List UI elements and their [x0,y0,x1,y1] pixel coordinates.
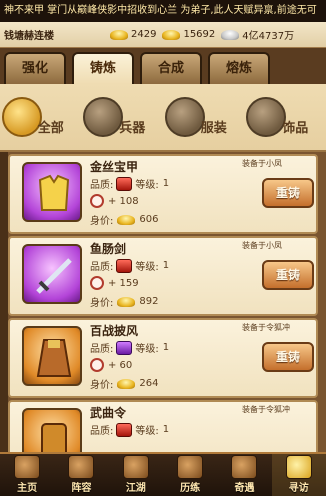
status-bar: 钱塘赫连楼 2429 15692 4亿4737万 [0,22,326,48]
token-icon [22,408,82,452]
nav-jianghu[interactable]: 江湖 [109,454,163,496]
ingot-counter: 15692 [162,29,215,40]
equipment-card[interactable]: 金丝宝甲 装备于小凤 品质: 等级: 1 + 108 身价: 606 重铸 [8,154,318,234]
quality-gem-icon [116,258,133,273]
recast-button[interactable]: 重铸 [262,260,314,290]
equipment-list[interactable]: 金丝宝甲 装备于小凤 品质: 等级: 1 + 108 身价: 606 重铸 鱼肠… [0,152,326,452]
equipment-card[interactable]: 武曲令 装备于令狐冲 品质: 等级: 1 [8,400,318,452]
jianghu-icon [122,455,149,479]
gold-ingot-icon [110,29,128,40]
gold-ingot-icon [117,214,136,225]
tab-combine[interactable]: 合成 [140,52,202,84]
weapon-icon [83,97,124,137]
cloak-icon [22,326,82,386]
lineup-icon [68,455,95,479]
item-name: 武曲令 [90,406,127,420]
ingot-icon [162,29,181,40]
sword-icon [22,244,82,304]
tab-enhance[interactable]: 强化 [4,52,66,84]
gold-ingot-icon [117,378,136,389]
all-bag-icon [1,97,42,137]
nav-adventure[interactable]: 奇遇 [217,454,271,496]
gold-counter: 2429 [110,29,156,40]
armor-icon [164,97,205,137]
equipped-to-label: 装备于令狐冲 [242,405,290,414]
power-icon [90,276,104,290]
tab-smelt[interactable]: 熔炼 [208,52,270,84]
quality-gem-icon [116,176,133,191]
accessory-icon [246,97,287,137]
nav-training[interactable]: 历练 [163,454,217,496]
equipped-to-label: 装备于小凤 [242,241,282,250]
training-icon [177,455,204,479]
silver-counter: 4亿4737万 [221,27,294,42]
gold-ingot-icon [117,296,136,307]
nav-search-visit[interactable]: 寻访 [271,454,326,496]
search-visit-icon [285,455,312,479]
quality-gem-icon [116,422,133,437]
equipment-card[interactable]: 百战披风 装备于令狐冲 品质: 等级: 1 + 60 身价: 264 重铸 [8,318,318,398]
item-name: 鱼肠剑 [90,242,127,256]
bottom-nav: 主页 阵容 江湖 历练 奇遇 寻访 [0,452,326,496]
nav-lineup[interactable]: 阵容 [54,454,108,496]
forge-tabs: 强化 铸炼 合成 熔炼 [0,48,326,84]
list-edge [0,152,8,452]
filter-accessory[interactable]: 饰品 [246,89,324,145]
equipment-card[interactable]: 鱼肠剑 装备于小凤 品质: 等级: 1 + 159 身价: 892 重铸 [8,236,318,316]
filter-armor[interactable]: 服装 [164,89,243,145]
item-name: 百战披风 [90,324,139,338]
power-icon [90,194,104,208]
item-name: 金丝宝甲 [90,160,139,174]
category-filters: 全部 兵器 服装 饰品 [0,84,326,152]
recast-button[interactable]: 重铸 [262,342,314,372]
equipped-to-label: 装备于令狐冲 [242,323,290,332]
filter-weapon[interactable]: 兵器 [83,89,161,145]
news-ticker: 神不来甲 掌门从巅峰侠影中招收到心兰 为弟子,此人天赋异禀,前途无可 [0,0,326,22]
power-icon [90,358,104,372]
home-icon [14,455,41,479]
filter-all[interactable]: 全部 [1,89,80,145]
adventure-icon [231,455,258,479]
golden-armor-icon [22,162,82,222]
silver-icon [221,29,240,40]
quality-gem-icon [116,340,133,355]
nav-home[interactable]: 主页 [0,454,54,496]
recast-button[interactable]: 重铸 [262,178,314,208]
equipped-to-label: 装备于小凤 [242,159,282,168]
tab-forge[interactable]: 铸炼 [72,52,134,84]
location-label: 钱塘赫连楼 [4,31,54,42]
